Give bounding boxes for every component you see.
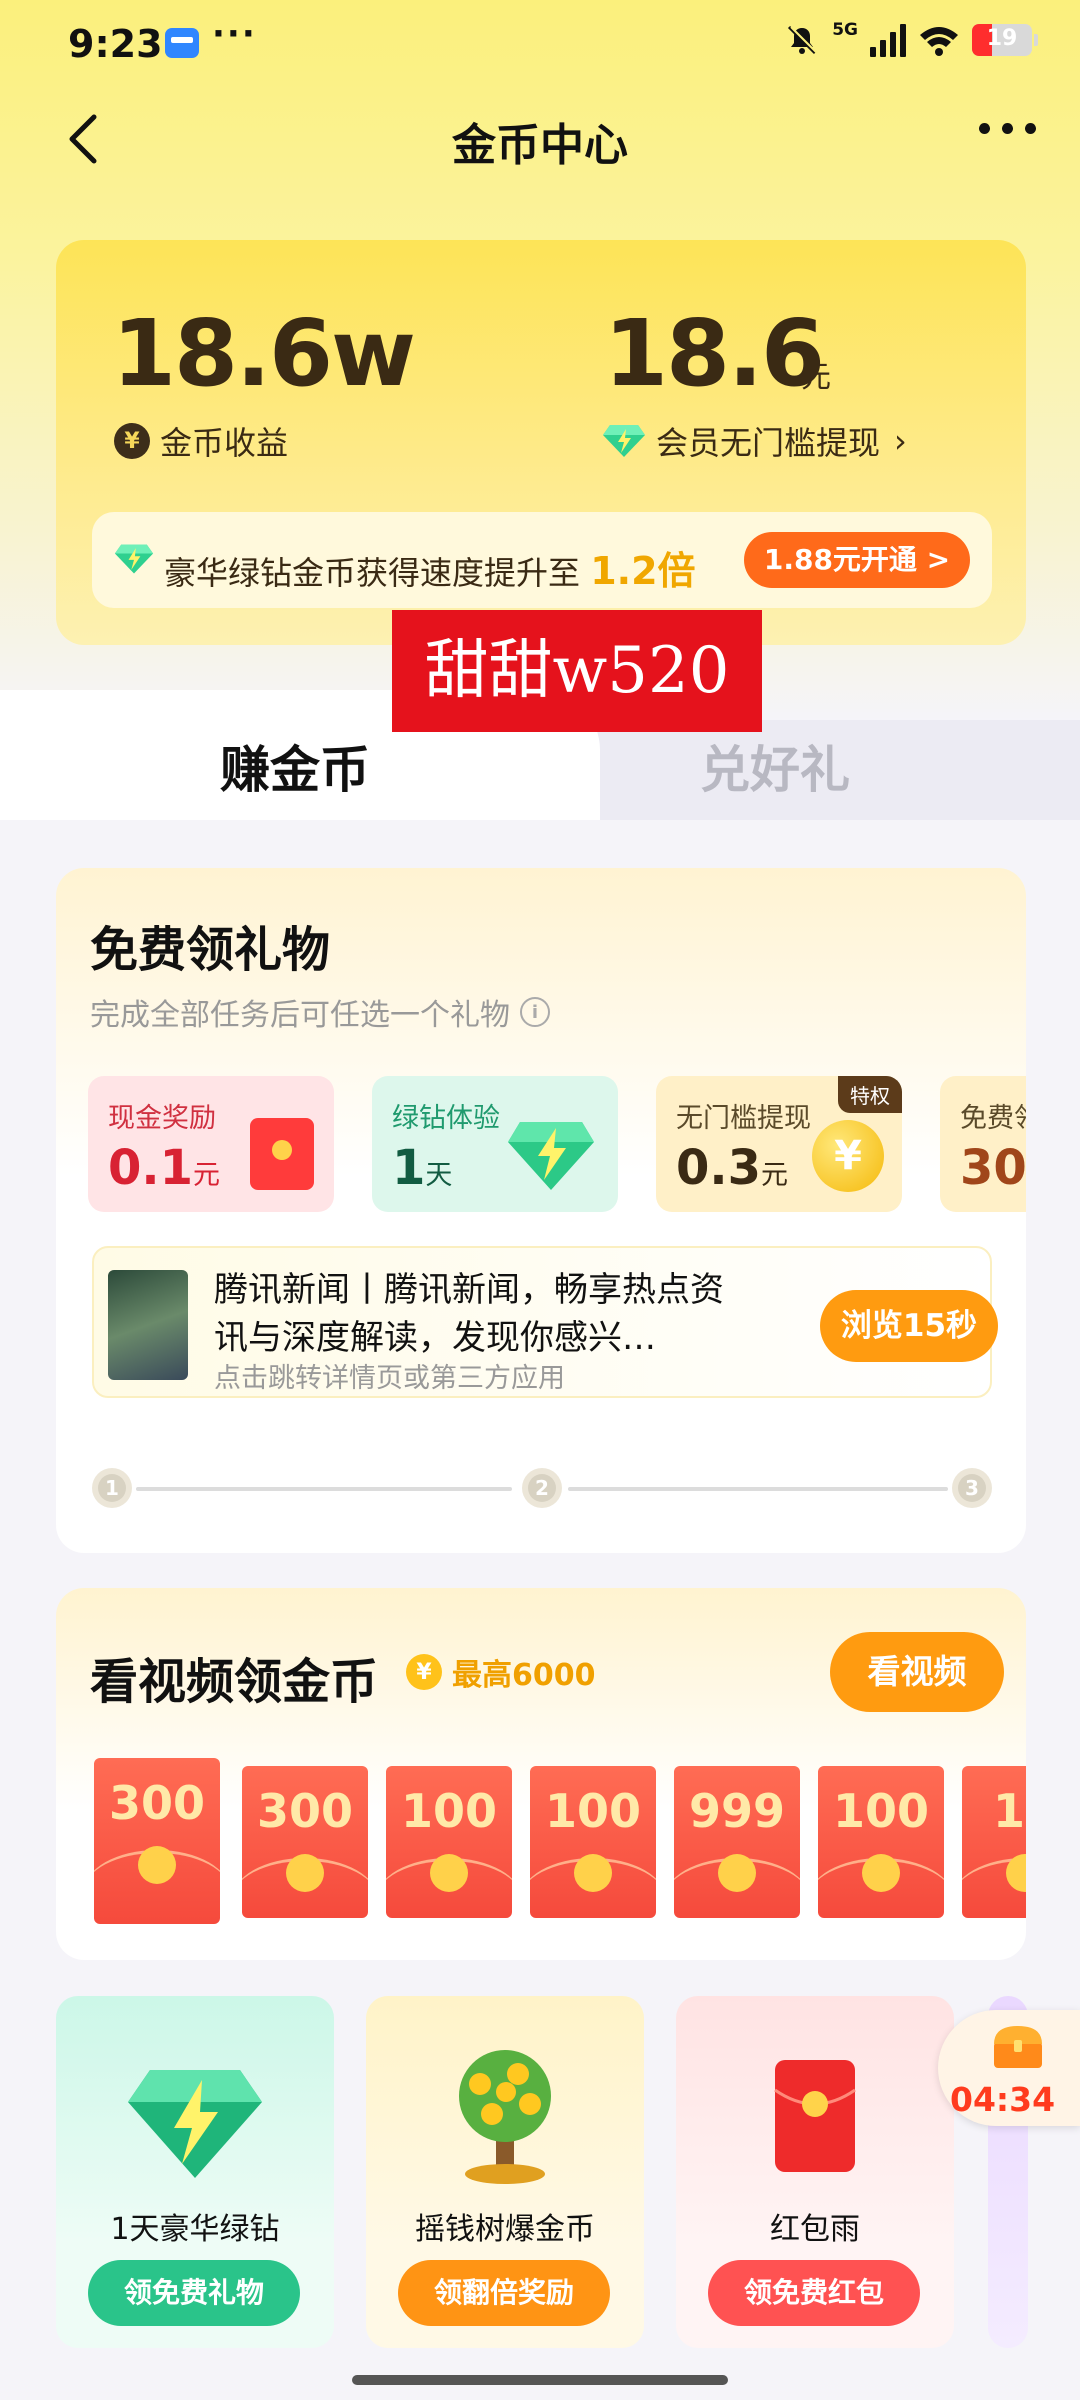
vip-promo-banner[interactable]: 豪华绿钻金币获得速度提升至 1.2倍 1.88元开通 > — [92, 512, 992, 608]
tab-redeem-gifts[interactable]: 兑好礼 — [700, 730, 850, 802]
more-options-icon[interactable] — [979, 123, 1036, 134]
gift-subtitle-text: 完成全部任务后可任选一个礼物 — [90, 998, 510, 1033]
activity-card-money-tree[interactable]: 摇钱树爆金币 领翻倍奖励 — [366, 1996, 644, 2348]
progress-step: 2 — [522, 1468, 562, 1508]
money-tree-icon — [459, 2050, 551, 2184]
wifi-icon — [920, 27, 958, 56]
video-title: 看视频领金币 — [90, 1654, 379, 1710]
wallet-app-icon — [165, 28, 199, 58]
task-subtitle: 点击跳转详情页或第三方应用 — [214, 1363, 565, 1394]
watch-video-button[interactable]: 看视频 — [830, 1632, 1004, 1712]
reward-value: 0.3元 — [676, 1140, 789, 1196]
activity-label: 1天豪华绿钻 — [110, 2212, 280, 2247]
gift-subtitle: 完成全部任务后可任选一个礼物 i — [90, 990, 550, 1034]
treasure-chest-icon — [994, 2026, 1042, 2068]
home-indicator[interactable] — [352, 2375, 728, 2385]
status-time: 9:23 — [68, 22, 163, 66]
cash-unit: 元 — [801, 360, 831, 395]
cash-amount: 18.6 — [604, 300, 825, 407]
nav-bar: 金币中心 — [0, 95, 1080, 185]
claim-gift-button[interactable]: 领免费礼物 — [88, 2260, 300, 2326]
coin-amount-label-row[interactable]: ¥ 金币收益 — [114, 418, 288, 464]
red-packet[interactable]: 10 — [962, 1766, 1026, 1918]
chevron-right-icon: › — [894, 422, 907, 460]
progress-step: 3 — [952, 1468, 992, 1508]
reward-cash[interactable]: 现金奖励 0.1元 — [88, 1076, 334, 1212]
watch-video-card: 看视频领金币 ¥ 最高6000 看视频 300 300 100 100 999 … — [56, 1588, 1026, 1960]
red-packet[interactable]: 300 — [94, 1758, 220, 1924]
yen-coin-icon: ¥ — [406, 1654, 442, 1690]
green-diamond-icon — [508, 1122, 594, 1190]
reward-title: 绿钻体验 — [392, 1103, 500, 1134]
coin-amount: 18.6w — [112, 300, 416, 407]
activate-vip-button[interactable]: 1.88元开通 > — [744, 532, 970, 588]
status-right-icons: 5G 19 — [784, 20, 1038, 58]
tab-earn-coins[interactable]: 赚金币 — [220, 730, 370, 802]
reward-withdraw[interactable]: 特权 无门槛提现 0.3元 ¥ — [656, 1076, 902, 1212]
activity-card-green-diamond[interactable]: 1天豪华绿钻 领免费礼物 — [56, 1996, 334, 2348]
red-envelope-icon — [250, 1118, 314, 1190]
green-diamond-icon — [128, 2070, 262, 2178]
mute-bell-icon — [788, 25, 818, 55]
green-diamond-icon — [603, 425, 645, 457]
withdraw-link[interactable]: 会员无门槛提现 › — [602, 418, 907, 464]
progress-line — [568, 1487, 948, 1491]
red-packet[interactable]: 300 — [242, 1766, 368, 1918]
reward-free[interactable]: 免费领 300 — [940, 1076, 1026, 1212]
task-thumbnail — [108, 1270, 188, 1380]
timer-countdown: 04:34 — [950, 2080, 1056, 2119]
activity-card-red-packet-rain[interactable]: 红包雨 领免费红包 — [676, 1996, 954, 2348]
red-envelope-icon — [774, 2060, 856, 2172]
task-progress: 1 2 3 — [92, 1468, 992, 1508]
reward-green-diamond[interactable]: 绿钻体验 1天 — [372, 1076, 618, 1212]
progress-step: 1 — [92, 1468, 132, 1508]
network-type: 5G — [832, 20, 858, 40]
red-packet[interactable]: 100 — [818, 1766, 944, 1918]
video-max-reward: ¥ 最高6000 — [406, 1650, 596, 1694]
watermark-label: 甜甜w520 — [392, 610, 762, 732]
red-packet[interactable]: 100 — [386, 1766, 512, 1918]
privilege-tag: 特权 — [838, 1076, 902, 1113]
withdraw-label: 会员无门槛提现 — [656, 424, 881, 462]
reward-value: 1天 — [392, 1140, 453, 1196]
claim-double-reward-button[interactable]: 领翻倍奖励 — [398, 2260, 610, 2326]
reward-title: 无门槛提现 — [676, 1103, 811, 1134]
claim-red-packet-button[interactable]: 领免费红包 — [708, 2260, 920, 2326]
reward-value: 300 — [960, 1140, 1026, 1196]
yen-coin-icon: ¥ — [114, 423, 150, 459]
status-bar: 9:23 ··· 5G 19 — [0, 0, 1080, 90]
reward-value: 0.1元 — [108, 1140, 221, 1196]
promo-multiplier: 1.2倍 — [590, 549, 696, 593]
signal-icon — [870, 23, 906, 57]
progress-line — [136, 1487, 512, 1491]
battery-icon: 19 — [972, 24, 1038, 56]
floating-treasure-timer[interactable]: 04:34 — [938, 2010, 1080, 2126]
battery-level: 19 — [986, 26, 1018, 51]
browse-button[interactable]: 浏览15秒 — [820, 1290, 998, 1362]
activity-label: 红包雨 — [770, 2212, 860, 2247]
page-title: 金币中心 — [452, 120, 628, 171]
coin-summary-card: 18.6w ¥ 金币收益 18.6 元 会员无门槛提现 › 豪华绿钻金币获得速度… — [56, 240, 1026, 645]
activity-label: 摇钱树爆金币 — [415, 2212, 595, 2247]
red-packet[interactable]: 100 — [530, 1766, 656, 1918]
info-icon[interactable]: i — [520, 997, 550, 1027]
green-diamond-icon — [114, 544, 154, 574]
video-max-text: 最高6000 — [452, 1658, 596, 1693]
free-gift-card: 免费领礼物 完成全部任务后可任选一个礼物 i 现金奖励 0.1元 绿钻体验 1天… — [56, 868, 1026, 1553]
promo-text: 豪华绿钻金币获得速度提升至 1.2倍 — [164, 549, 696, 593]
gift-title: 免费领礼物 — [90, 922, 331, 978]
status-more-icon: ··· — [212, 14, 257, 54]
reward-title: 现金奖励 — [108, 1103, 216, 1134]
gold-coin-icon: ¥ — [812, 1120, 884, 1192]
task-title: 腾讯新闻丨腾讯新闻，畅享热点资讯与深度解读，发现你感兴… — [214, 1270, 724, 1358]
red-packet[interactable]: 999 — [674, 1766, 800, 1918]
reward-title: 免费领 — [960, 1103, 1026, 1134]
task-item[interactable]: 腾讯新闻丨腾讯新闻，畅享热点资讯与深度解读，发现你感兴… 点击跳转详情页或第三方… — [92, 1246, 998, 1398]
coin-amount-label: 金币收益 — [160, 424, 289, 462]
